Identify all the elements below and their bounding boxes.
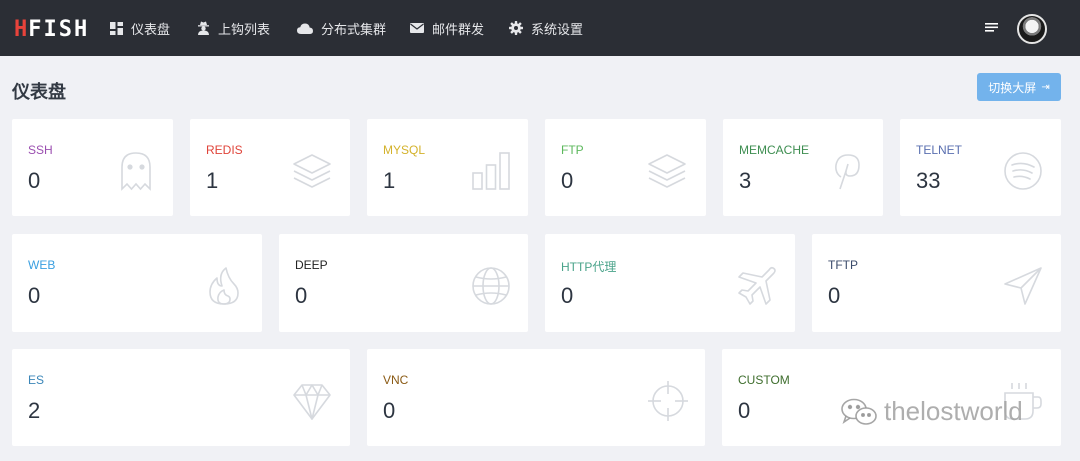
wechat-watermark: thelostworld [840, 396, 1023, 427]
envelope-icon [410, 23, 424, 33]
card-count: 1 [206, 168, 219, 193]
card-label: VNC [383, 373, 409, 387]
switch-bigscreen-label: 切换大屏 [988, 80, 1037, 95]
ghost-icon [114, 149, 158, 193]
card-label: FTP [561, 143, 584, 157]
menu-lines-icon[interactable] [984, 20, 1000, 36]
user-avatar[interactable] [1017, 14, 1047, 44]
card-es[interactable]: ES 2 [12, 349, 350, 446]
top-navbar: H FISH 仪表盘 上钩列表 分布式集群 邮件群发 系统设置 [0, 0, 1080, 56]
card-label: ES [28, 373, 45, 387]
send-icon [1001, 264, 1045, 308]
page-title: 仪表盘 [12, 82, 66, 102]
flame-icon [202, 264, 246, 308]
nav-distributed[interactable]: 分布式集群 [297, 0, 386, 56]
user-secret-icon [198, 21, 209, 35]
card-telnet[interactable]: TELNET 33 [900, 119, 1061, 216]
card-label: HTTP代理 [561, 260, 617, 274]
spotify-icon [1001, 149, 1045, 193]
card-count: 3 [739, 168, 752, 193]
card-count: 0 [295, 283, 308, 308]
card-count: 2 [28, 398, 41, 423]
nav-mail[interactable]: 邮件群发 [410, 0, 484, 56]
card-count: 0 [738, 398, 751, 423]
sign-in-icon: ⇥ [1041, 81, 1050, 93]
logo-prefix: H [14, 16, 29, 42]
crosshair-icon [646, 379, 690, 423]
nav-bait-list[interactable]: 上钩列表 [197, 0, 270, 56]
nav-dashboard[interactable]: 仪表盘 [110, 0, 170, 56]
hfish-logo[interactable]: H FISH [14, 16, 90, 42]
switch-bigscreen-button[interactable]: 切换大屏 ⇥ [977, 73, 1061, 101]
nav-settings[interactable]: 系统设置 [509, 0, 583, 56]
card-label: CUSTOM [738, 373, 790, 387]
card-ftp[interactable]: FTP 0 [545, 119, 706, 216]
layers-icon [645, 149, 689, 193]
diamond-icon [290, 379, 334, 423]
card-label: MYSQL [383, 143, 426, 157]
pinterest-icon [825, 149, 869, 193]
card-tftp[interactable]: TFTP 0 [812, 234, 1061, 332]
nav-mail-label: 邮件群发 [432, 21, 485, 37]
card-count: 1 [383, 168, 396, 193]
card-label: WEB [28, 258, 56, 272]
card-redis[interactable]: REDIS 1 [190, 119, 350, 216]
layers-icon [290, 149, 334, 193]
airplane-icon [735, 264, 779, 308]
card-count: 0 [383, 398, 396, 423]
card-label: MEMCACHE [739, 143, 810, 157]
card-count: 33 [916, 168, 941, 193]
card-mysql[interactable]: MYSQL 1 [367, 119, 528, 216]
cloud-icon [297, 23, 313, 34]
card-ssh[interactable]: SSH 0 [12, 119, 173, 216]
bar-chart-icon [469, 149, 513, 193]
wechat-icon [841, 398, 877, 425]
card-count: 0 [28, 283, 41, 308]
card-vnc[interactable]: VNC 0 [367, 349, 705, 446]
watermark-text: thelostworld [884, 396, 1023, 426]
nav-settings-label: 系统设置 [531, 21, 584, 37]
card-http-proxy[interactable]: HTTP代理 0 [545, 234, 795, 332]
dashboard-icon [110, 21, 123, 35]
card-deep[interactable]: DEEP 0 [279, 234, 528, 332]
globe-icon [469, 264, 513, 308]
nav-dashboard-label: 仪表盘 [131, 21, 171, 37]
card-count: 0 [828, 283, 841, 308]
nav-bait-list-label: 上钩列表 [218, 21, 271, 37]
card-count: 0 [28, 168, 41, 193]
card-count: 0 [561, 283, 574, 308]
card-memcache[interactable]: MEMCACHE 3 [723, 119, 883, 216]
card-label: TELNET [916, 143, 963, 157]
card-web[interactable]: WEB 0 [12, 234, 262, 332]
card-label: DEEP [295, 258, 328, 272]
gear-icon [509, 21, 523, 35]
card-label: REDIS [206, 143, 243, 157]
card-label: TFTP [828, 258, 858, 272]
nav-distributed-label: 分布式集群 [321, 21, 387, 37]
logo-text: FISH [28, 16, 90, 42]
card-count: 0 [561, 168, 574, 193]
card-label: SSH [28, 143, 53, 157]
